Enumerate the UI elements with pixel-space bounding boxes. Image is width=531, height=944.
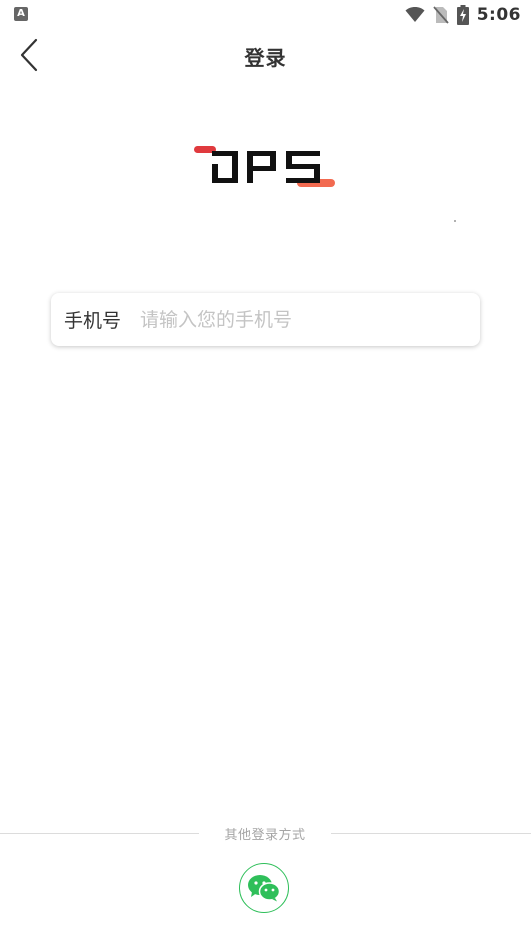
divider-right xyxy=(331,833,531,834)
status-icons: 5:06 xyxy=(405,3,521,27)
wechat-login-button[interactable] xyxy=(239,863,289,913)
decorative-dot xyxy=(454,220,456,222)
battery-charging-icon xyxy=(456,5,469,25)
wechat-icon xyxy=(248,875,281,902)
other-login-label: 其他登录方式 xyxy=(224,828,306,843)
status-bar: A 5:06 xyxy=(0,0,531,30)
status-time: 5:06 xyxy=(476,5,521,25)
other-login-divider: 其他登录方式 xyxy=(0,823,531,845)
nav-bar: 登录 xyxy=(0,30,531,80)
divider-left xyxy=(0,833,199,834)
page-title: 登录 xyxy=(244,46,287,70)
accessibility-app-icon: A xyxy=(14,7,28,21)
login-screen: A 5:06 登录 手机号 请输入您的手机号 其他登录方式 xyxy=(0,0,531,944)
wifi-icon xyxy=(405,7,425,22)
phone-label: 手机号 xyxy=(64,310,122,332)
phone-input[interactable] xyxy=(140,299,480,340)
no-sim-icon xyxy=(433,6,449,24)
phone-input-card: 手机号 xyxy=(51,293,480,346)
dps-logo xyxy=(194,146,335,187)
